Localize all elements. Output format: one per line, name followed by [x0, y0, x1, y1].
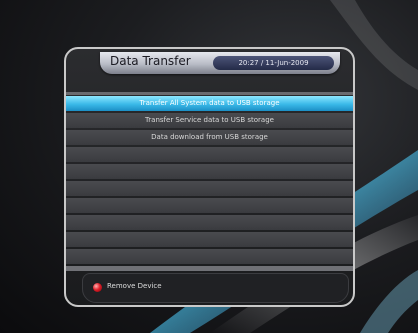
menu-item-empty — [66, 164, 353, 179]
menu-item-transfer-all[interactable]: Transfer All System data to USB storage — [66, 96, 353, 111]
tv-screen: Data Transfer 20:27 / 11-Jun-2009 Transf… — [0, 0, 418, 333]
menu-item-transfer-service[interactable]: Transfer Service data to USB storage — [66, 113, 353, 128]
red-button-icon[interactable] — [93, 283, 102, 292]
datetime-display: 20:27 / 11-Jun-2009 — [213, 56, 334, 70]
remove-device-label[interactable]: Remove Device — [107, 282, 162, 290]
menu-item-data-download[interactable]: Data download from USB storage — [66, 130, 353, 145]
footer-bar: Remove Device — [82, 273, 349, 303]
menu-item-empty — [66, 215, 353, 230]
transfer-menu: Transfer All System data to USB storage … — [66, 92, 353, 273]
menu-bottom-divider — [66, 266, 353, 271]
menu-item-empty — [66, 198, 353, 213]
window-title: Data Transfer — [110, 54, 191, 68]
menu-item-empty — [66, 147, 353, 162]
data-transfer-panel: Data Transfer 20:27 / 11-Jun-2009 Transf… — [64, 47, 355, 307]
menu-item-empty — [66, 249, 353, 264]
menu-top-divider — [66, 92, 353, 95]
title-bar: Data Transfer 20:27 / 11-Jun-2009 — [100, 52, 340, 74]
menu-item-empty — [66, 181, 353, 196]
menu-item-empty — [66, 232, 353, 247]
